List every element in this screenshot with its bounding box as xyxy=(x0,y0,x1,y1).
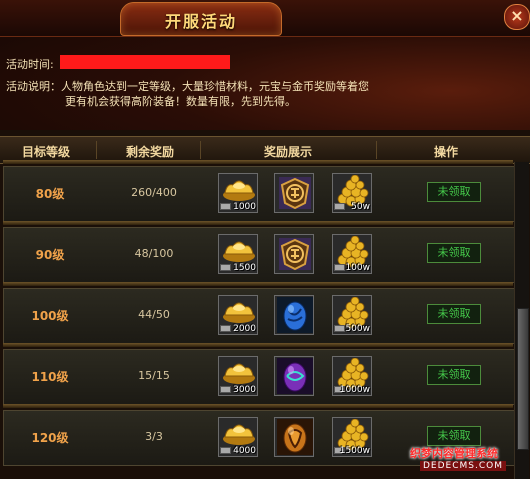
header-target-level: 目标等级 xyxy=(21,145,70,159)
reward-slot[interactable] xyxy=(274,356,314,396)
claim-button[interactable]: 未领取 xyxy=(427,365,481,385)
title-tab: 开服活动 xyxy=(120,2,282,36)
remaining-count: 44/50 xyxy=(138,308,170,321)
lock-icon xyxy=(220,447,231,454)
reward-quantity: 1000 xyxy=(233,202,256,212)
lock-icon xyxy=(220,325,231,332)
title-bar: 开服活动 × xyxy=(0,0,530,37)
target-level: 110级 xyxy=(31,370,69,384)
reward-slot[interactable]: 4000 xyxy=(218,417,258,457)
window-title: 开服活动 xyxy=(164,12,237,31)
event-time-redacted xyxy=(60,55,230,69)
event-description-line2: 更有机会获得高阶装备！数量有限，先到先得。 xyxy=(65,95,296,108)
table-row: 110级 15/15 3000 1000w 未领取 xyxy=(3,349,515,405)
reward-slot[interactable]: 500w xyxy=(332,295,372,335)
reward-quantity: 1000w xyxy=(339,385,370,395)
reward-slot[interactable]: 1000w xyxy=(332,356,372,396)
reward-slot[interactable]: 3000 xyxy=(218,356,258,396)
target-level: 80级 xyxy=(35,187,65,201)
table-row: 90级 48/100 1500 100w 未领取 xyxy=(3,227,515,283)
target-level: 100级 xyxy=(31,309,69,323)
watermark-text: 织梦内容管理系统 xyxy=(410,447,498,460)
reward-quantity: 1500 xyxy=(233,263,256,273)
claim-button[interactable]: 未领取 xyxy=(427,426,481,446)
reward-quantity: 100w xyxy=(345,263,370,273)
scrollbar[interactable] xyxy=(514,162,529,479)
remaining-count: 3/3 xyxy=(145,430,163,443)
reward-quantity: 1500w xyxy=(339,446,370,456)
remaining-count: 260/400 xyxy=(131,186,177,199)
claim-button[interactable]: 未领取 xyxy=(427,182,481,202)
lock-icon xyxy=(220,203,231,210)
header-action: 操作 xyxy=(433,145,458,159)
table-row: 100级 44/50 2000 500w 未领取 xyxy=(3,288,515,344)
reward-slot[interactable] xyxy=(274,417,314,457)
lock-icon xyxy=(334,325,345,332)
row-divider xyxy=(3,404,513,408)
lock-icon xyxy=(334,264,345,271)
header-divider xyxy=(96,141,97,159)
reward-slot[interactable]: 50w xyxy=(332,173,372,213)
lock-icon xyxy=(220,264,231,271)
header-reward-display: 奖励展示 xyxy=(263,145,312,159)
reward-slot[interactable]: 2000 xyxy=(218,295,258,335)
reward-slot[interactable]: 1000 xyxy=(218,173,258,213)
row-divider xyxy=(3,282,513,286)
reward-quantity: 50w xyxy=(351,202,370,212)
remaining-count: 15/15 xyxy=(138,369,170,382)
reward-quantity: 4000 xyxy=(233,446,256,456)
remaining-count: 48/100 xyxy=(134,247,174,260)
row-divider xyxy=(3,343,513,347)
reward-slot[interactable] xyxy=(274,295,314,335)
reward-quantity: 2000 xyxy=(233,324,256,334)
scroll-thumb[interactable] xyxy=(517,308,529,450)
reward-slot[interactable] xyxy=(274,173,314,213)
reward-slot[interactable]: 1500w xyxy=(332,417,372,457)
reward-slot[interactable]: 1500 xyxy=(218,234,258,274)
lock-icon xyxy=(220,386,231,393)
reward-quantity: 3000 xyxy=(233,385,256,395)
target-level: 90级 xyxy=(35,248,65,262)
row-divider xyxy=(3,160,513,164)
reward-quantity: 500w xyxy=(345,324,370,334)
watermark-url: DEDECMS.COM xyxy=(420,461,506,471)
row-divider xyxy=(3,221,513,225)
target-level: 120级 xyxy=(31,431,69,445)
claim-button[interactable]: 未领取 xyxy=(427,243,481,263)
header-panel: 开服活动 × 活动时间: 活动说明：人物角色达到一定等级，大量珍惜材料，元宝与金… xyxy=(0,0,530,130)
close-button[interactable]: × xyxy=(504,4,530,30)
lock-icon xyxy=(334,203,345,210)
event-description-line1: 活动说明：人物角色达到一定等级，大量珍惜材料，元宝与金币奖励等着您 xyxy=(6,80,369,93)
event-window: 开服活动 × 活动时间: 活动说明：人物角色达到一定等级，大量珍惜材料，元宝与金… xyxy=(0,0,530,479)
reward-slot[interactable]: 100w xyxy=(332,234,372,274)
table-row: 80级 260/400 1000 50w 未领取 xyxy=(3,166,515,222)
reward-slot[interactable] xyxy=(274,234,314,274)
event-time-label: 活动时间: xyxy=(6,58,54,71)
header-remaining: 剩余奖励 xyxy=(125,145,174,159)
claim-button[interactable]: 未领取 xyxy=(427,304,481,324)
